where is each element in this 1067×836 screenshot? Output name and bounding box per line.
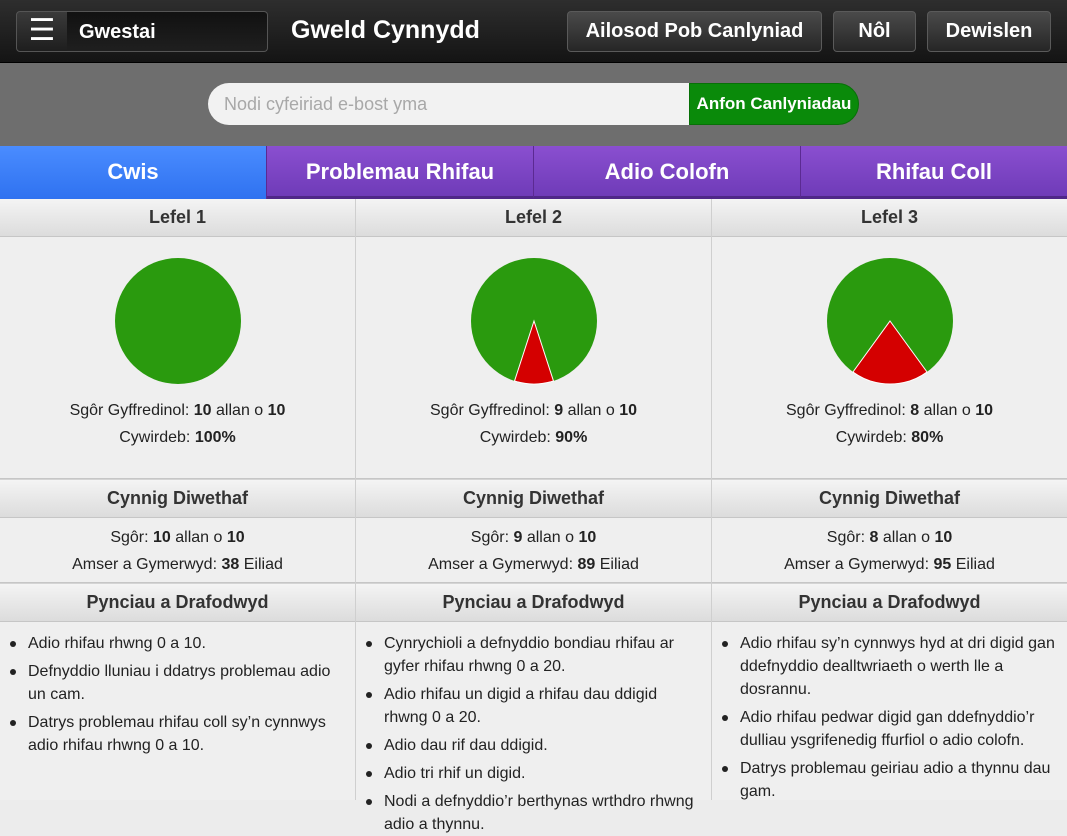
topics-list: Adio rhifau sy’n cynnwys hyd at dri digi… bbox=[712, 622, 1067, 803]
accuracy-pie-chart bbox=[826, 258, 953, 385]
topics-heading: Pynciau a Drafodwyd bbox=[712, 583, 1067, 622]
list-item: Adio rhifau sy’n cynnwys hyd at dri digi… bbox=[720, 632, 1057, 701]
accuracy-pie-chart bbox=[470, 258, 597, 385]
topics-heading: Pynciau a Drafodwyd bbox=[356, 583, 711, 622]
top-bar: ☰ Gwestai Gweld Cynnydd Ailosod Pob Canl… bbox=[0, 0, 1067, 63]
hamburger-menu-icon[interactable]: ☰ bbox=[16, 11, 68, 52]
tab-quiz[interactable]: Cwis bbox=[0, 146, 267, 199]
last-attempt-heading: Cynnig Diwethaf bbox=[356, 479, 711, 518]
level-summary: Sgôr Gyffredinol: 10 allan o 10 Cywirdeb… bbox=[0, 257, 355, 479]
level-column: Lefel 1 Sgôr Gyffredinol: 10 allan o 10 … bbox=[0, 199, 356, 800]
level-summary: Sgôr Gyffredinol: 8 allan o 10 Cywirdeb:… bbox=[712, 257, 1067, 479]
level-title: Lefel 2 bbox=[356, 199, 711, 237]
last-score: Sgôr: 10 allan o 10 bbox=[110, 529, 245, 546]
list-item: Adio dau rif dau ddigid. bbox=[364, 734, 701, 757]
topics-heading: Pynciau a Drafodwyd bbox=[0, 583, 355, 622]
tab-number-problems[interactable]: Problemau Rhifau bbox=[267, 146, 534, 199]
level-column: Lefel 3 Sgôr Gyffredinol: 8 allan o 10 C… bbox=[712, 199, 1067, 800]
last-score: Sgôr: 8 allan o 10 bbox=[826, 529, 953, 546]
activity-tabs: Cwis Problemau Rhifau Adio Colofn Rhifau… bbox=[0, 146, 1067, 199]
accuracy: Cywirdeb: 90% bbox=[479, 429, 588, 446]
pie-slice-correct bbox=[114, 258, 241, 384]
last-attempt: Sgôr: 9 allan o 10 Amser a Gymerwyd: 89 … bbox=[356, 518, 711, 583]
overall-score: Sgôr Gyffredinol: 8 allan o 10 bbox=[786, 402, 993, 419]
level-columns: Lefel 1 Sgôr Gyffredinol: 10 allan o 10 … bbox=[0, 199, 1067, 833]
last-score: Sgôr: 9 allan o 10 bbox=[470, 529, 597, 546]
list-item: Nodi a defnyddio’r berthynas wrthdro rhw… bbox=[364, 790, 701, 836]
list-item: Datrys problemau rhifau coll sy’n cynnwy… bbox=[8, 711, 345, 757]
time-taken: Amser a Gymerwyd: 38 Eiliad bbox=[72, 556, 283, 573]
time-taken: Amser a Gymerwyd: 89 Eiliad bbox=[428, 556, 639, 573]
menu-button[interactable]: Dewislen bbox=[927, 11, 1051, 52]
overall-score: Sgôr Gyffredinol: 10 allan o 10 bbox=[69, 402, 286, 419]
list-item: Adio tri rhif un digid. bbox=[364, 762, 701, 785]
list-item: Datrys problemau geiriau adio a thynnu d… bbox=[720, 757, 1057, 803]
reset-all-results-button[interactable]: Ailosod Pob Canlyniad bbox=[567, 11, 822, 52]
user-selector[interactable]: Gwestai bbox=[67, 11, 268, 52]
last-attempt-heading: Cynnig Diwethaf bbox=[712, 479, 1067, 518]
send-results-button[interactable]: Anfon Canlyniadau bbox=[689, 83, 859, 125]
list-item: Adio rhifau pedwar digid gan ddefnyddio’… bbox=[720, 706, 1057, 752]
last-attempt-heading: Cynnig Diwethaf bbox=[0, 479, 355, 518]
last-attempt: Sgôr: 10 allan o 10 Amser a Gymerwyd: 38… bbox=[0, 518, 355, 583]
last-attempt: Sgôr: 8 allan o 10 Amser a Gymerwyd: 95 … bbox=[712, 518, 1067, 583]
tab-missing-numbers[interactable]: Rhifau Coll bbox=[801, 146, 1067, 199]
topics-list: Adio rhifau rhwng 0 a 10. Defnyddio llun… bbox=[0, 622, 355, 757]
level-summary: Sgôr Gyffredinol: 9 allan o 10 Cywirdeb:… bbox=[356, 257, 711, 479]
accuracy: Cywirdeb: 80% bbox=[835, 429, 944, 446]
list-item: Adio rhifau rhwng 0 a 10. bbox=[8, 632, 345, 655]
level-column: Lefel 2 Sgôr Gyffredinol: 9 allan o 10 C… bbox=[356, 199, 712, 833]
page-title: Gweld Cynnydd bbox=[291, 16, 480, 44]
level-title: Lefel 1 bbox=[0, 199, 355, 237]
topics-list: Cynrychioli a defnyddio bondiau rhifau a… bbox=[356, 622, 711, 836]
time-taken: Amser a Gymerwyd: 95 Eiliad bbox=[784, 556, 995, 573]
list-item: Cynrychioli a defnyddio bondiau rhifau a… bbox=[364, 632, 701, 678]
accuracy: Cywirdeb: 100% bbox=[119, 429, 236, 446]
level-title: Lefel 3 bbox=[712, 199, 1067, 237]
accuracy-pie-chart bbox=[114, 258, 241, 384]
email-bar: Anfon Canlyniadau bbox=[0, 63, 1067, 146]
tab-column-addition[interactable]: Adio Colofn bbox=[534, 146, 801, 199]
email-input[interactable] bbox=[208, 83, 693, 125]
list-item: Defnyddio lluniau i ddatrys problemau ad… bbox=[8, 660, 345, 706]
list-item: Adio rhifau un digid a rhifau dau ddigid… bbox=[364, 683, 701, 729]
overall-score: Sgôr Gyffredinol: 9 allan o 10 bbox=[430, 402, 637, 419]
back-button[interactable]: Nôl bbox=[833, 11, 916, 52]
